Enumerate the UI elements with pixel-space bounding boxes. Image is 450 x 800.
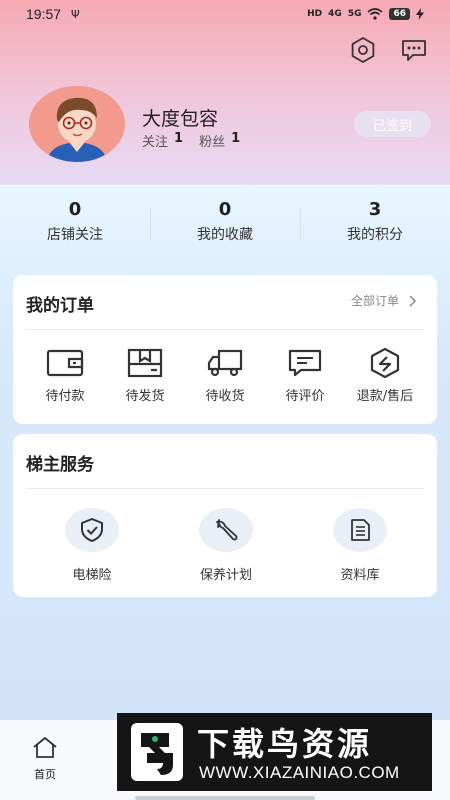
watermark-logo-icon	[131, 723, 183, 781]
nav-home[interactable]: 首页	[27, 736, 63, 782]
stats-row: 0 店铺关注 0 我的收藏 3 我的积分	[0, 198, 450, 258]
orders-divider	[26, 329, 424, 330]
wifi-icon	[367, 8, 383, 20]
fans-label[interactable]: 粉丝	[199, 131, 225, 150]
service-icon-bg	[65, 508, 119, 552]
username: 大度包容	[142, 108, 219, 130]
charging-icon	[416, 8, 424, 20]
stat-value: 3	[368, 199, 382, 220]
nav-home-label: 首页	[34, 768, 56, 781]
box-icon	[127, 348, 163, 378]
network-5g-indicator: 5G	[347, 9, 362, 19]
service-library[interactable]: 资料库	[293, 508, 427, 583]
all-orders-label: 全部订单	[350, 294, 399, 308]
service-icon-bg	[199, 508, 253, 552]
service-maintenance-plan[interactable]: 保养计划	[159, 508, 293, 583]
settings-icon[interactable]	[349, 36, 377, 64]
order-label: 待付款	[45, 389, 85, 404]
services-title: 梯主服务	[26, 455, 94, 475]
order-pending-receipt[interactable]: 待收货	[185, 347, 265, 404]
order-label: 待评价	[285, 389, 325, 404]
order-label: 待发货	[125, 389, 165, 404]
chevron-right-icon	[409, 294, 417, 307]
status-bar: 19:57 Ψ HD 4G 5G 66	[0, 0, 450, 28]
shield-icon	[81, 518, 103, 542]
truck-icon	[207, 349, 243, 377]
avatar-illustration	[29, 86, 125, 162]
home-icon	[33, 737, 57, 758]
stat-favorites[interactable]: 0 我的收藏	[150, 198, 300, 258]
services-list: 电梯险 保养计划 资料库	[13, 508, 437, 583]
usb-icon: Ψ	[71, 7, 80, 21]
network-4g-indicator: 4G	[328, 9, 342, 19]
stat-shop-follow[interactable]: 0 店铺关注	[0, 198, 150, 258]
document-icon	[351, 519, 370, 541]
watermark-title: 下载鸟资源	[197, 725, 373, 763]
services-card: 梯主服务 电梯险 保养计划 资料库	[13, 434, 437, 597]
order-label: 待收货	[205, 389, 245, 404]
message-icon[interactable]	[400, 36, 428, 64]
stat-value: 0	[218, 199, 232, 220]
follow-count[interactable]: 1	[174, 131, 183, 150]
refund-icon	[370, 347, 400, 379]
watermark-url: WWW.XIAZAINIAO.COM	[199, 763, 400, 782]
fans-count[interactable]: 1	[231, 131, 240, 150]
service-icon-bg	[333, 508, 387, 552]
watermark-banner: 下载鸟资源 WWW.XIAZAINIAO.COM	[117, 713, 432, 791]
order-pending-payment[interactable]: 待付款	[25, 347, 105, 404]
wrench-icon	[216, 519, 238, 541]
order-label: 退款/售后	[356, 389, 414, 404]
follow-stats: 关注 1 粉丝 1	[142, 131, 250, 150]
orders-card: 我的订单 全部订单 待付款 待发货 待收货 待评价 退款/售后	[13, 275, 437, 424]
wallet-icon	[46, 349, 84, 377]
order-status-list: 待付款 待发货 待收货 待评价 退款/售后	[13, 347, 437, 404]
service-label: 资料库	[340, 568, 380, 583]
home-indicator	[135, 796, 315, 800]
stat-points[interactable]: 3 我的积分	[300, 198, 450, 258]
all-orders-link[interactable]: 全部订单	[351, 292, 417, 309]
battery-indicator: 66	[389, 8, 410, 20]
service-elevator-insurance[interactable]: 电梯险	[25, 508, 159, 583]
checkin-button[interactable]: 已签到	[354, 111, 431, 137]
status-time: 19:57	[26, 6, 62, 22]
service-label: 保养计划	[199, 568, 252, 583]
orders-title: 我的订单	[26, 296, 94, 316]
comment-icon	[288, 349, 322, 377]
stat-value: 0	[68, 199, 82, 220]
stat-label: 我的收藏	[197, 227, 253, 243]
follow-label[interactable]: 关注	[142, 131, 168, 150]
service-label: 电梯险	[72, 568, 112, 583]
order-pending-review[interactable]: 待评价	[265, 347, 345, 404]
services-divider	[26, 488, 424, 489]
order-pending-shipment[interactable]: 待发货	[105, 347, 185, 404]
stat-label: 我的积分	[347, 227, 403, 243]
order-refund[interactable]: 退款/售后	[345, 347, 425, 404]
avatar[interactable]	[29, 86, 125, 162]
stat-label: 店铺关注	[47, 227, 103, 243]
hd-indicator: HD	[307, 9, 323, 19]
